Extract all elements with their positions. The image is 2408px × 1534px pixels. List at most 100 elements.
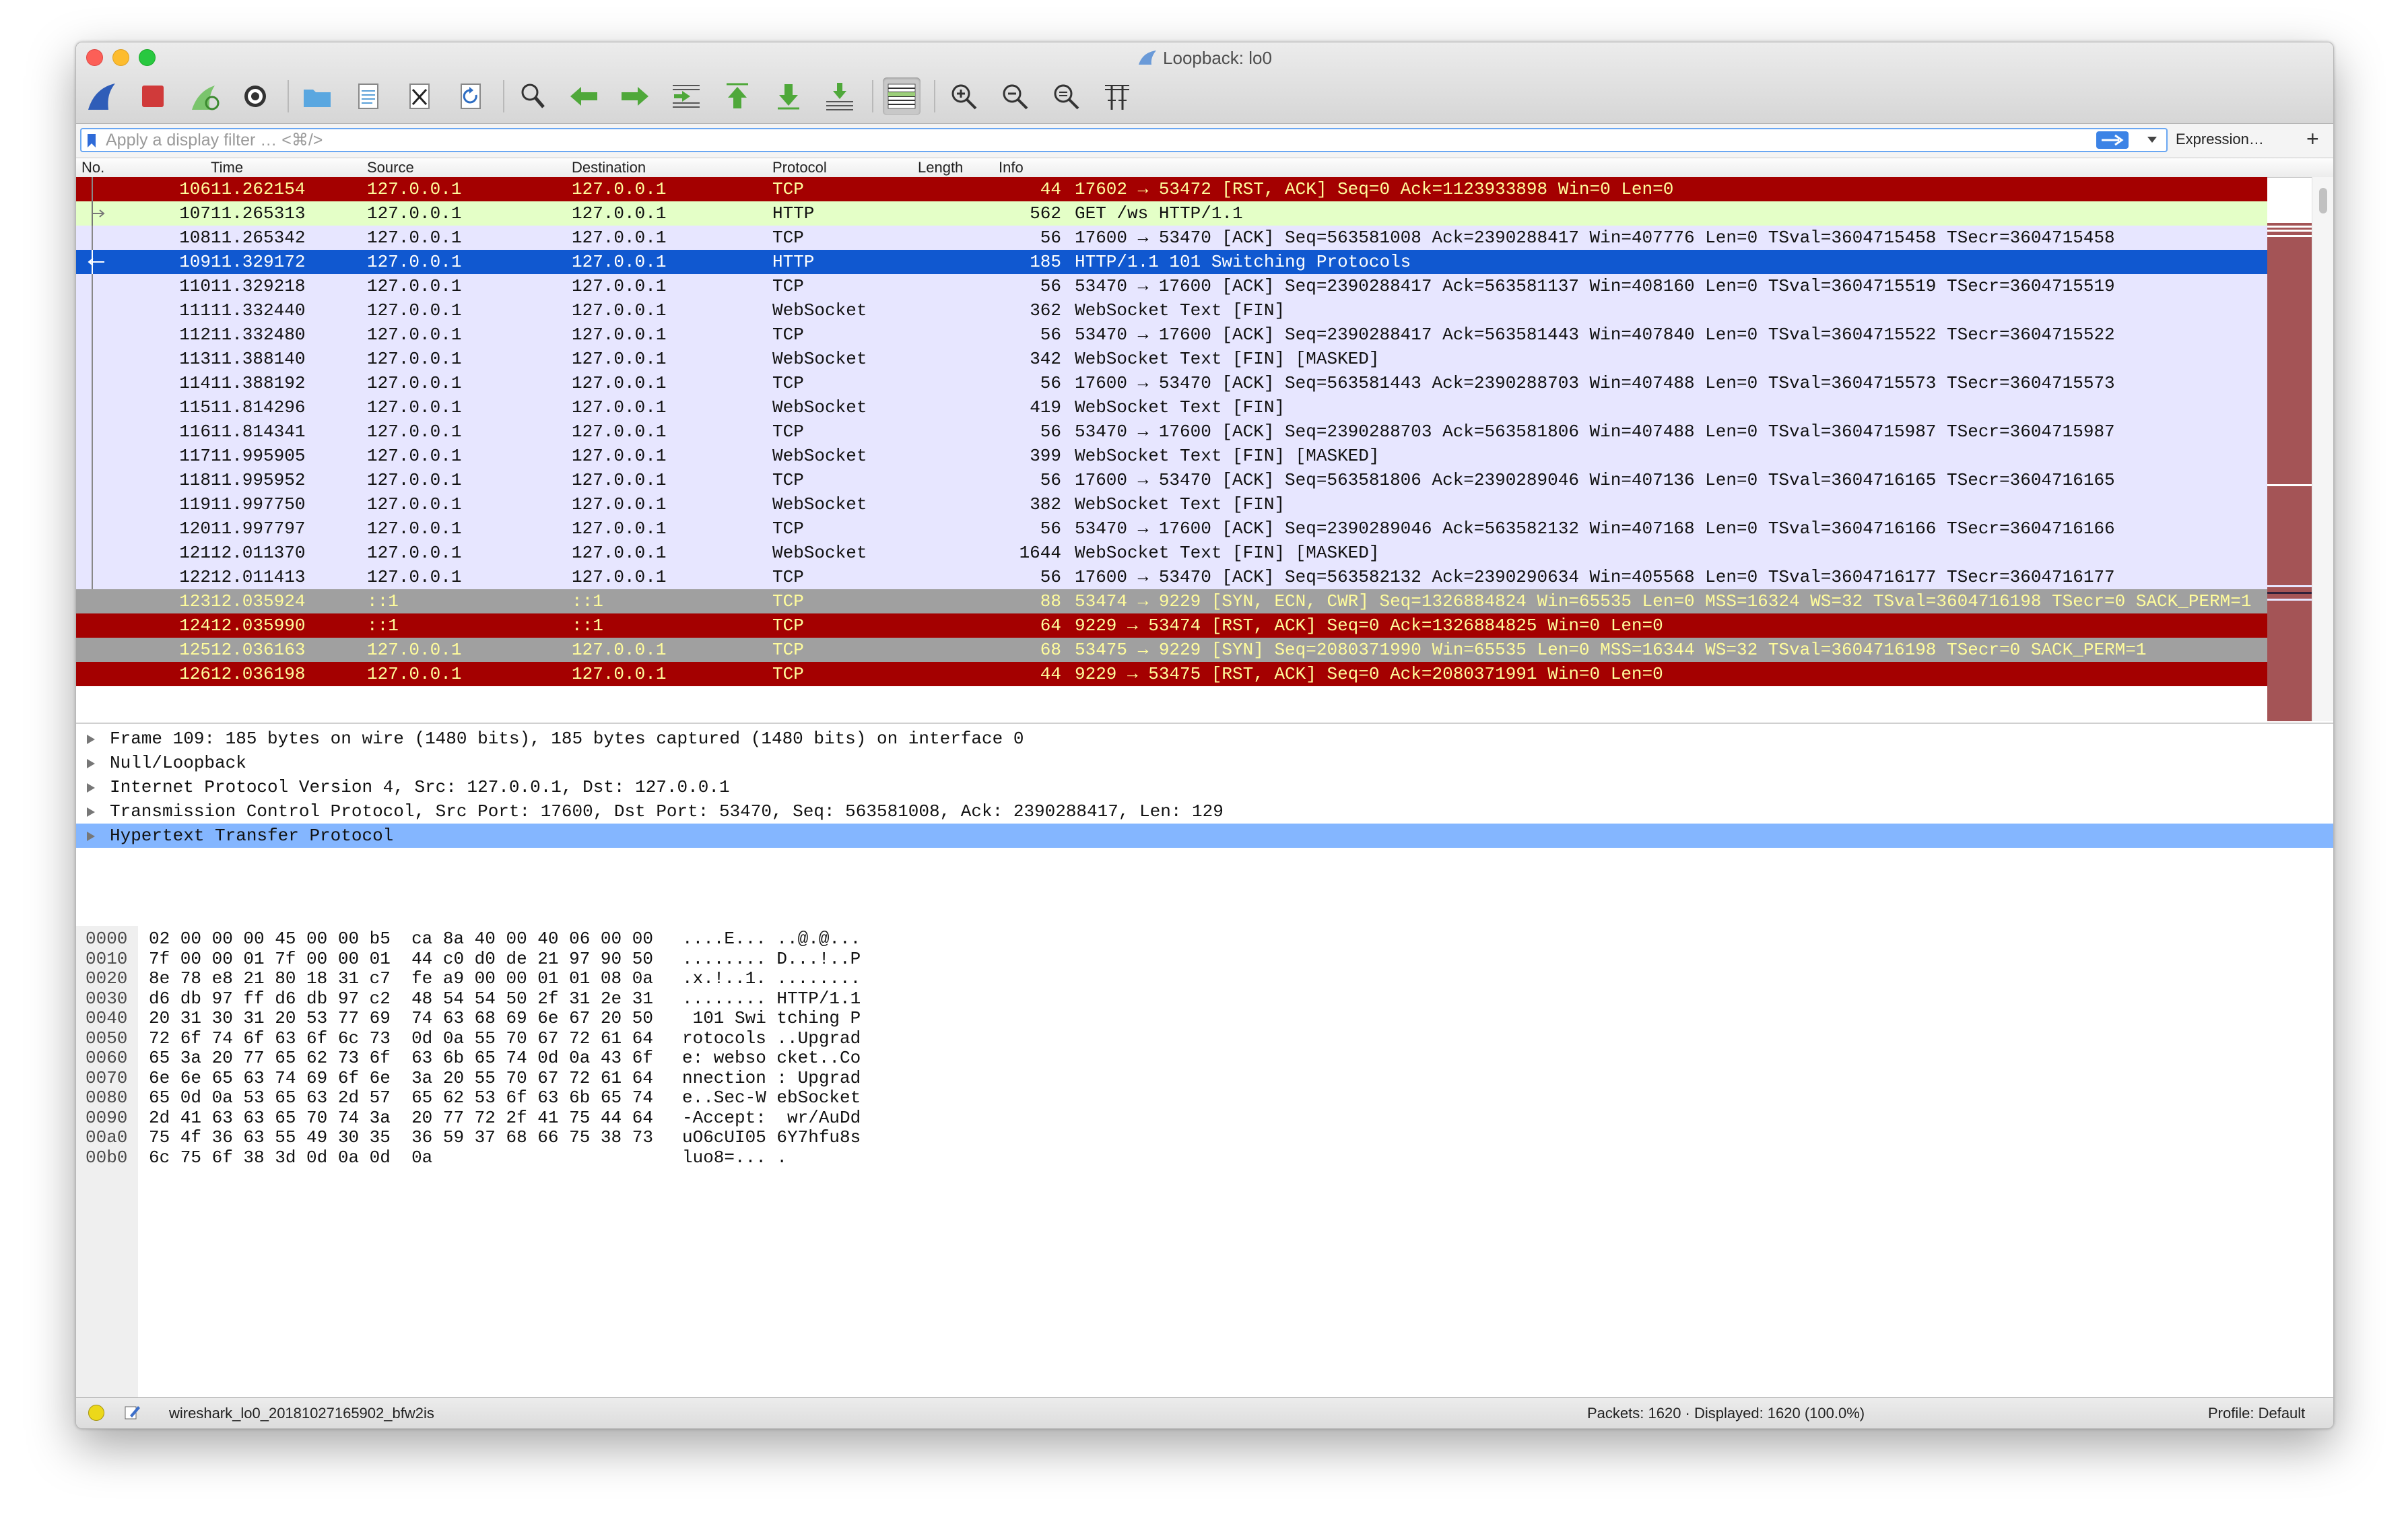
packet-details[interactable]: Frame 109: 185 bytes on wire (1480 bits)… [76, 723, 2333, 927]
table-row[interactable]: 116 11.814341 127.0.0.1 127.0.0.1 TCP 56 53470… [76, 420, 2267, 444]
column-header-protocol[interactable]: Protocol [772, 159, 827, 176]
detail-row[interactable]: Transmission Control Protocol, Src Port:… [76, 799, 2333, 824]
packet-bytes[interactable]: 0000 02 00 00 00 45 00 00 b5 ca 8a 40 00 … [76, 926, 2333, 1397]
table-row[interactable]: 107 11.265313 127.0.0.1 127.0.0.1 HTTP 562 GET… [76, 201, 2267, 226]
packet-destination: 127.0.0.1 [572, 349, 667, 369]
zoom-in-icon[interactable] [945, 77, 982, 115]
packet-protocol: TCP [772, 470, 804, 490]
close-file-icon[interactable] [401, 77, 438, 115]
table-row[interactable]: 124 12.035990::1::1 TCP 64 9229 → 53474 [RST… [76, 613, 2267, 638]
expert-info-indicator-icon[interactable] [88, 1405, 104, 1421]
last-packet-icon[interactable] [770, 77, 807, 115]
packet-time: 11.329172 [211, 252, 306, 272]
go-forward-icon[interactable] [616, 77, 654, 115]
save-file-icon[interactable] [349, 77, 387, 115]
normal-size-icon[interactable] [1047, 77, 1085, 115]
go-to-packet-icon[interactable] [667, 77, 705, 115]
packet-length: 56 [1040, 422, 1061, 442]
expression-button[interactable]: Expression… [2176, 131, 2264, 148]
bytes-hex: 02 00 00 00 45 00 00 b5 ca 8a 40 00 40 0… [149, 929, 653, 949]
bytes-hex: 6c 75 6f 38 3d 0d 0a 0d 0a [149, 1147, 433, 1168]
profile-label[interactable]: Profile: Default [2208, 1405, 2305, 1422]
packet-time: 11.814341 [211, 422, 306, 442]
apply-filter-arrow-icon[interactable] [2096, 131, 2129, 149]
table-row[interactable]: 122 12.011413 127.0.0.1 127.0.0.1 TCP 56 17600… [76, 565, 2267, 589]
column-header-info[interactable]: Info [999, 159, 1024, 176]
packet-protocol: WebSocket [772, 446, 867, 466]
bytes-hex: 8e 78 e8 21 80 18 31 c7 fe a9 00 00 01 0… [149, 968, 653, 989]
packet-info: WebSocket Text [FIN] [MASKED] [1075, 446, 1380, 466]
toolbar-separator [288, 80, 289, 112]
table-row[interactable]: 123 12.035924::1::1 TCP 88 53474 → 9229 [SYN… [76, 589, 2267, 613]
capture-comment-icon[interactable] [123, 1403, 141, 1421]
column-header-no[interactable]: No. [81, 159, 104, 176]
packet-time: 11.995905 [211, 446, 306, 466]
conversation-line-icon [92, 565, 93, 589]
bytes-ascii: .x.!..1. ........ [682, 968, 861, 989]
shark-fin-icon[interactable] [83, 77, 121, 115]
packet-list-scrollbar[interactable] [2312, 177, 2333, 721]
table-row[interactable]: 125 12.036163 127.0.0.1 127.0.0.1 TCP 68 53475… [76, 638, 2267, 662]
table-row[interactable]: 118 11.995952 127.0.0.1 127.0.0.1 TCP 56 17600… [76, 468, 2267, 492]
title-bar: Loopback: lo0 [76, 42, 2333, 124]
table-row[interactable]: 113 11.388140 127.0.0.1 127.0.0.1 WebSocket 3… [76, 347, 2267, 371]
table-row[interactable]: 111 11.332440 127.0.0.1 127.0.0.1 WebSocket 3… [76, 298, 2267, 323]
table-row[interactable]: 108 11.265342 127.0.0.1 127.0.0.1 TCP 56 17600… [76, 226, 2267, 250]
bytes-ascii: e..Sec-W ebSocket [682, 1088, 861, 1108]
packet-length: 88 [1040, 591, 1061, 611]
filter-history-dropdown-icon[interactable] [2147, 137, 2157, 143]
table-row[interactable]: 114 11.388192 127.0.0.1 127.0.0.1 TCP 56 17600… [76, 371, 2267, 395]
table-row[interactable]: 112 11.332480 127.0.0.1 127.0.0.1 TCP 56 53470… [76, 323, 2267, 347]
bytes-offset: 0000 [86, 929, 128, 949]
open-folder-icon[interactable] [298, 77, 336, 115]
first-packet-icon[interactable] [718, 77, 756, 115]
column-header-destination[interactable]: Destination [572, 159, 646, 176]
autoscroll-icon[interactable] [821, 77, 859, 115]
packet-source: 127.0.0.1 [367, 422, 462, 442]
expand-triangle-icon[interactable] [87, 807, 95, 817]
add-filter-button[interactable]: + [2306, 127, 2319, 152]
expand-triangle-icon[interactable] [87, 783, 95, 793]
table-row[interactable]: 126 12.036198 127.0.0.1 127.0.0.1 TCP 44 9229 … [76, 662, 2267, 686]
expand-triangle-icon[interactable] [87, 832, 95, 841]
reload-icon[interactable] [452, 77, 490, 115]
packet-minimap[interactable] [2267, 223, 2312, 721]
go-back-icon[interactable] [565, 77, 603, 115]
table-row[interactable]: 115 11.814296 127.0.0.1 127.0.0.1 WebSocket 4… [76, 395, 2267, 420]
packet-list-scroll-thumb[interactable] [2319, 188, 2327, 213]
table-row[interactable]: 120 11.997797 127.0.0.1 127.0.0.1 TCP 56 53470… [76, 516, 2267, 541]
packet-length: 56 [1040, 519, 1061, 539]
zoom-out-icon[interactable] [996, 77, 1034, 115]
table-row[interactable]: 121 12.011370 127.0.0.1 127.0.0.1 WebSocket 1… [76, 541, 2267, 565]
table-row[interactable]: 110 11.329218 127.0.0.1 127.0.0.1 TCP 56 53470… [76, 274, 2267, 298]
packet-info: WebSocket Text [FIN] [1075, 494, 1285, 514]
table-row[interactable]: 117 11.995905 127.0.0.1 127.0.0.1 WebSocket 3… [76, 444, 2267, 468]
packet-length: 56 [1040, 325, 1061, 345]
resize-columns-icon[interactable] [1098, 77, 1136, 115]
detail-row[interactable]: Frame 109: 185 bytes on wire (1480 bits)… [76, 727, 2333, 751]
expand-triangle-icon[interactable] [87, 759, 95, 768]
stop-icon[interactable] [134, 77, 172, 115]
detail-text: Internet Protocol Version 4, Src: 127.0.… [110, 777, 730, 797]
column-header-source[interactable]: Source [367, 159, 414, 176]
detail-row[interactable]: Hypertext Transfer Protocol [76, 824, 2333, 848]
expand-triangle-icon[interactable] [87, 735, 95, 744]
table-row[interactable]: 106 11.262154 127.0.0.1 127.0.0.1 TCP 44 17602… [76, 177, 2267, 201]
detail-row[interactable]: Null/Loopback [76, 751, 2333, 775]
table-row[interactable]: 109 11.329172 127.0.0.1 127.0.0.1 HTTP 185 HTT… [76, 250, 2267, 274]
packet-list[interactable]: No. Time Source Destination Protocol Len… [76, 158, 2333, 721]
find-icon[interactable] [514, 77, 551, 115]
table-row[interactable]: 119 11.997750 127.0.0.1 127.0.0.1 WebSocket 3… [76, 492, 2267, 516]
restart-icon[interactable] [185, 77, 223, 115]
colorize-icon[interactable] [883, 77, 921, 115]
packet-count: Packets: 1620 · Displayed: 1620 (100.0%) [1587, 1405, 1865, 1422]
display-filter-input[interactable]: Apply a display filter … <⌘/> [80, 128, 2168, 152]
options-gear-icon[interactable] [236, 77, 274, 115]
column-header-length[interactable]: Length [918, 159, 963, 176]
conversation-line-icon [86, 662, 110, 686]
packet-length: 56 [1040, 470, 1061, 490]
detail-row[interactable]: Internet Protocol Version 4, Src: 127.0.… [76, 775, 2333, 799]
column-header-time[interactable]: Time [211, 159, 243, 176]
packet-destination: 127.0.0.1 [572, 252, 667, 272]
bookmark-icon[interactable] [87, 133, 96, 148]
